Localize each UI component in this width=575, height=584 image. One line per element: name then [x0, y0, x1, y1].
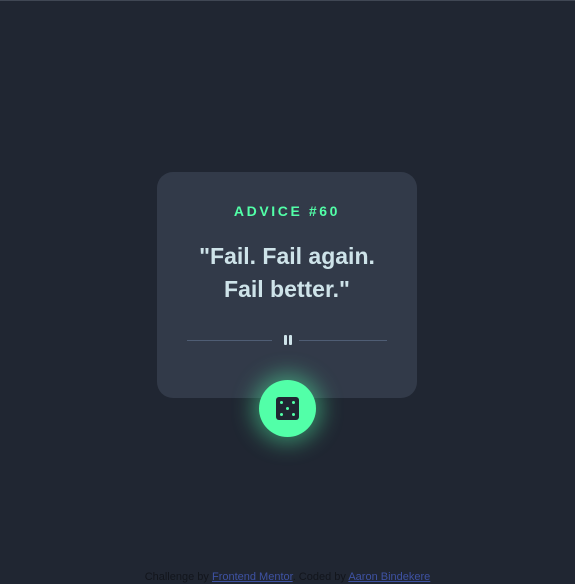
- divider-line-left: [187, 340, 272, 341]
- attribution: Challenge by Frontend Mentor. Coded by A…: [0, 570, 575, 584]
- pause-icon: [283, 335, 293, 345]
- advice-quote-line-1: "Fail. Fail again.: [199, 243, 375, 269]
- advice-quote: "Fail. Fail again. Fail better.": [157, 240, 417, 306]
- top-border: [0, 0, 575, 1]
- frontend-mentor-link[interactable]: Frontend Mentor: [212, 571, 293, 583]
- divider: [187, 333, 387, 347]
- divider-line-right: [299, 340, 387, 341]
- attribution-middle: . Coded by: [292, 571, 346, 583]
- attribution-prefix: Challenge by: [144, 571, 209, 583]
- advice-id: ADVICE #60: [233, 203, 341, 219]
- dice-icon: [276, 397, 299, 420]
- author-link[interactable]: Aaron Bindekere: [348, 571, 430, 583]
- generate-advice-button[interactable]: [259, 380, 316, 437]
- advice-card: ADVICE #60 "Fail. Fail again. Fail bette…: [157, 172, 417, 398]
- advice-quote-line-2: Fail better.": [224, 276, 350, 302]
